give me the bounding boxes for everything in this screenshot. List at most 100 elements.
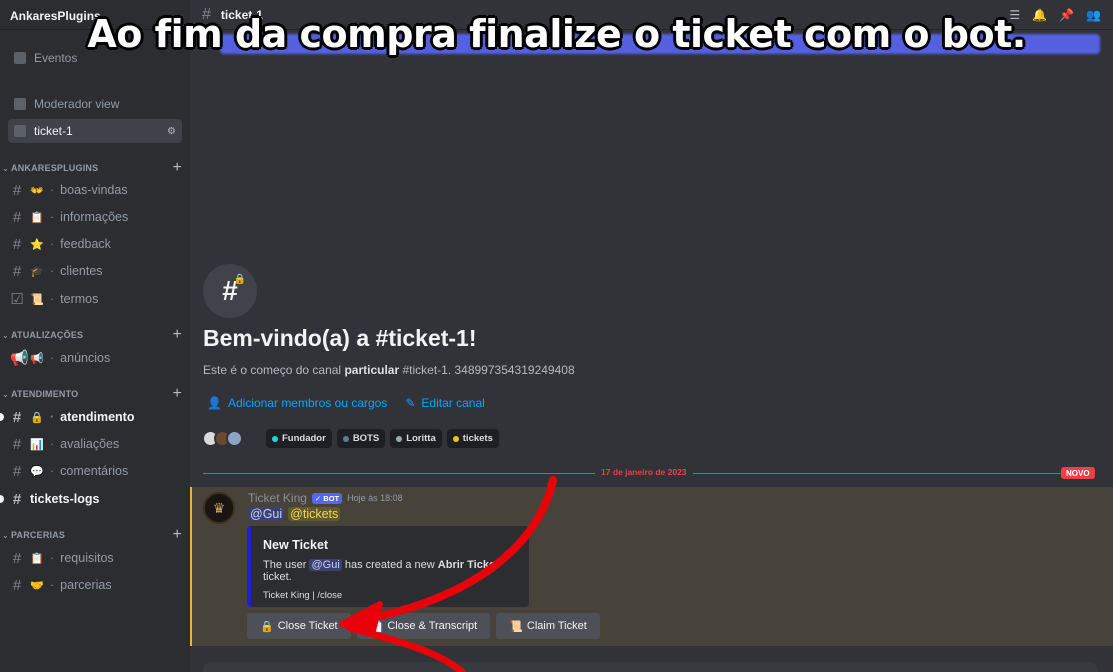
channel-label: comentários bbox=[60, 464, 129, 478]
channel-anuncios[interactable]: 📢 📢 · anúncios bbox=[6, 346, 184, 370]
role-label: Loritta bbox=[406, 433, 436, 444]
divider-date: 17 de janeiro de 2023 bbox=[595, 467, 693, 477]
channel-emoji: ⭐ bbox=[30, 238, 44, 251]
separator-dot: · bbox=[50, 437, 55, 451]
selected-channel-item[interactable]: ticket-1 ⚙ bbox=[8, 119, 182, 143]
embed-footer: Ticket King | /close bbox=[263, 590, 343, 601]
channel-boas-vindas[interactable]: # 👐 · boas-vindas bbox=[6, 178, 184, 202]
private-channel-icon: # 🔒 bbox=[203, 264, 257, 318]
category-ankaresplugins[interactable]: ⌄ ANKARESPLUGINS + bbox=[0, 160, 190, 176]
role-chip[interactable]: Loritta bbox=[390, 429, 442, 448]
add-channel-icon[interactable]: + bbox=[172, 327, 182, 343]
add-channel-icon[interactable]: + bbox=[172, 527, 182, 543]
separator-dot: · bbox=[50, 292, 55, 306]
lock-icon: 🔒 bbox=[260, 620, 274, 633]
chevron-down-icon: ⌄ bbox=[2, 530, 9, 540]
invite-settings-icon[interactable]: ⚙ bbox=[167, 126, 176, 137]
moderator-view-item[interactable]: Moderador view bbox=[8, 92, 182, 116]
welcome-actions: 👤 Adicionar membros ou cargos ✎ Editar c… bbox=[207, 396, 485, 410]
claim-ticket-label: Claim Ticket bbox=[526, 620, 587, 632]
category-label: ATENDIMENTO bbox=[11, 389, 79, 399]
channel-label: informações bbox=[60, 210, 129, 224]
role-chips: Fundador BOTS Loritta tickets bbox=[266, 429, 499, 448]
author-name[interactable]: Ticket King bbox=[248, 491, 307, 505]
user-mention[interactable]: @Gui bbox=[248, 507, 285, 521]
chevron-down-icon: ⌄ bbox=[2, 330, 9, 340]
message-input[interactable] bbox=[203, 662, 1098, 672]
channel-avaliacoes[interactable]: # 📊 · avaliações bbox=[6, 432, 184, 456]
hash-icon: # bbox=[12, 549, 22, 567]
separator-dot: · bbox=[50, 183, 55, 197]
channel-label: clientes bbox=[60, 264, 103, 278]
avatar[interactable] bbox=[226, 430, 243, 447]
channel-clientes[interactable]: # 🎓 · clientes bbox=[6, 259, 184, 283]
embed-title: New Ticket bbox=[263, 538, 329, 552]
role-chip[interactable]: BOTS bbox=[336, 429, 386, 448]
embed-user-mention[interactable]: @Gui bbox=[309, 559, 342, 571]
role-color-dot bbox=[342, 435, 349, 442]
channel-emoji: 📢 bbox=[30, 352, 44, 365]
channel-tickets-logs[interactable]: # tickets-logs bbox=[6, 487, 184, 511]
channel-feedback[interactable]: # ⭐ · feedback bbox=[6, 232, 184, 256]
add-members-button[interactable]: 👤 Adicionar membros ou cargos bbox=[207, 396, 387, 410]
channel-emoji: 🤝 bbox=[30, 579, 44, 592]
category-atendimento[interactable]: ⌄ ATENDIMENTO + bbox=[0, 386, 190, 402]
channel-label: termos bbox=[60, 292, 99, 306]
channel-informacoes[interactable]: # 📋 · informações bbox=[6, 205, 184, 229]
unread-indicator bbox=[0, 495, 4, 503]
channel-emoji: 🔒 bbox=[30, 411, 44, 424]
role-chip[interactable]: tickets bbox=[446, 429, 499, 448]
channel-atendimento[interactable]: # 🔒 · atendimento bbox=[6, 405, 184, 429]
channel-label: tickets-logs bbox=[30, 492, 100, 506]
channel-comentarios[interactable]: # 💬 · comentários bbox=[6, 459, 184, 483]
channel-label: requisitos bbox=[60, 551, 114, 565]
embed-desc-3: ticket. bbox=[263, 571, 292, 583]
category-atualizacoes[interactable]: ⌄ ATUALIZAÇÕES + bbox=[0, 327, 190, 343]
add-person-icon: 👤 bbox=[207, 396, 222, 410]
separator-dot: · bbox=[50, 210, 55, 224]
hash-icon: # bbox=[12, 490, 22, 508]
close-transcript-button[interactable]: 📄 Close & Transcript bbox=[356, 613, 491, 639]
channel-emoji: 📋 bbox=[30, 211, 44, 224]
rules-checkbox-icon: ☑ bbox=[10, 291, 24, 308]
chevron-down-icon: ⌄ bbox=[2, 163, 9, 173]
hash-icon: # bbox=[12, 262, 22, 280]
channel-label: avaliações bbox=[60, 437, 120, 451]
message-header: Ticket King ✓ BOT Hoje às 18:08 bbox=[248, 491, 403, 505]
message-embed: New Ticket The user @Gui has created a n… bbox=[247, 526, 529, 607]
add-channel-icon[interactable]: + bbox=[172, 386, 182, 402]
unread-indicator bbox=[0, 413, 4, 421]
channel-label: feedback bbox=[60, 237, 111, 251]
role-mention[interactable]: @tickets bbox=[288, 507, 341, 521]
category-label: PARCERIAS bbox=[11, 530, 66, 540]
edit-channel-label: Editar canal bbox=[421, 396, 485, 410]
add-channel-icon[interactable]: + bbox=[172, 160, 182, 176]
close-transcript-label: Close & Transcript bbox=[387, 620, 478, 632]
message-buttons: 🔒 Close Ticket 📄 Close & Transcript 📜 Cl… bbox=[247, 613, 600, 639]
close-ticket-label: Close Ticket bbox=[277, 620, 338, 632]
hash-icon: # bbox=[12, 208, 22, 226]
megaphone-icon: 📢 bbox=[10, 350, 29, 367]
close-ticket-button[interactable]: 🔒 Close Ticket bbox=[247, 613, 351, 639]
role-chip[interactable]: Fundador bbox=[266, 429, 332, 448]
pencil-icon: ✎ bbox=[405, 396, 416, 410]
category-parcerias[interactable]: ⌄ PARCERIAS + bbox=[0, 527, 190, 543]
role-label: tickets bbox=[462, 433, 493, 444]
channel-requisitos[interactable]: # 📋 · requisitos bbox=[6, 546, 184, 570]
tutorial-caption: Ao fim da compra finalize o ticket com o… bbox=[87, 12, 1026, 56]
separator-dot: · bbox=[50, 410, 55, 424]
bot-avatar[interactable]: ♛ bbox=[203, 492, 235, 524]
channel-termos[interactable]: ☑ 📜 · termos bbox=[6, 287, 184, 311]
add-members-label: Adicionar membros ou cargos bbox=[227, 396, 388, 410]
channel-parcerias[interactable]: # 🤝 · parcerias bbox=[6, 573, 184, 597]
channel-emoji: 💬 bbox=[30, 465, 44, 478]
hash-lock-icon bbox=[14, 125, 26, 137]
claim-ticket-button[interactable]: 📜 Claim Ticket bbox=[496, 613, 600, 639]
desc-suffix: #ticket-1. 348997354319249408 bbox=[402, 363, 575, 377]
edit-channel-button[interactable]: ✎ Editar canal bbox=[405, 396, 484, 410]
new-badge[interactable]: NOVO bbox=[1061, 467, 1095, 479]
channel-label: anúncios bbox=[60, 351, 111, 365]
desc-prefix: Este é o começo do canal bbox=[203, 363, 342, 377]
embed-desc-1: The user bbox=[263, 559, 307, 571]
category-label: ANKARESPLUGINS bbox=[11, 163, 99, 173]
